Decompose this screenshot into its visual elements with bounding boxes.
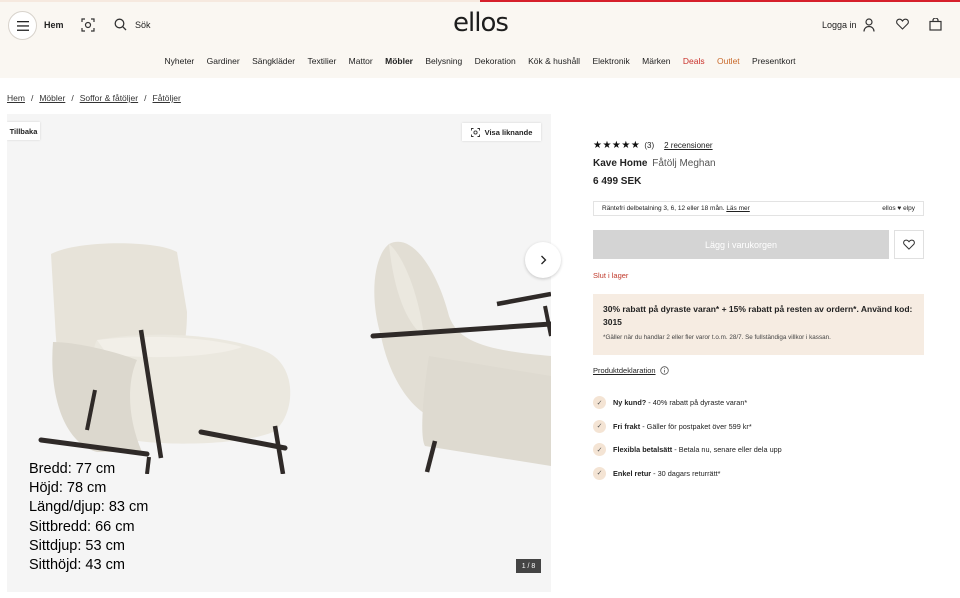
- usp-text: - 30 dagars returrätt*: [651, 468, 721, 478]
- nav-item-textilier[interactable]: Textilier: [301, 56, 342, 66]
- promo-terms: *Gäller när du handlar 2 eller fler varo…: [603, 334, 831, 341]
- usp-easy-return: Enkel retur - 30 dagars returrätt*: [613, 469, 720, 478]
- usp-list: ✓ Ny kund? - 40% rabatt på dyraste varan…: [593, 391, 924, 485]
- usp-text: - Betala nu, senare eller dela upp: [672, 445, 782, 455]
- shopping-bag-icon[interactable]: [929, 18, 942, 31]
- show-similar-button[interactable]: Visa liknande: [462, 123, 541, 141]
- breadcrumb-separator: /: [144, 93, 147, 103]
- nav-item-elektronik[interactable]: Elektronik: [586, 56, 636, 66]
- dimension-seat-width: Sittbredd: 66 cm: [29, 518, 135, 535]
- usp-free-shipping: Fri frakt - Gäller för postpaket över 59…: [613, 422, 752, 431]
- image-search-icon[interactable]: [81, 18, 95, 32]
- installment-text: Räntefri delbetalning 3, 6, 12 eller 18 …: [602, 205, 725, 212]
- next-image-button[interactable]: [525, 242, 561, 278]
- stock-status: Slut i lager: [593, 271, 629, 280]
- usp-flexible-payment: Flexibla betalsätt - Betala nu, senare e…: [613, 445, 782, 454]
- show-similar-label: Visa liknande: [484, 127, 533, 137]
- breadcrumb-item[interactable]: Fåtöljer: [153, 93, 181, 103]
- nav-item-belysning[interactable]: Belysning: [419, 56, 468, 66]
- product-declaration-link[interactable]: Produktdeklaration: [593, 366, 656, 375]
- promo-banner: 30% rabatt på dyraste varan* + 15% rabat…: [593, 294, 924, 355]
- hamburger-icon: [16, 20, 29, 31]
- installment-banner: Räntefri delbetalning 3, 6, 12 eller 18 …: [593, 201, 924, 216]
- image-counter: 1 / 8: [516, 559, 541, 573]
- usp-item: ✓ Enkel retur - 30 dagars returrätt*: [593, 462, 924, 486]
- ellos-elpy-logo: ellos ♥ elpy: [882, 205, 915, 212]
- visual-search-icon: [470, 127, 480, 137]
- search-label: Sök: [135, 19, 151, 30]
- nav-item-presentkort[interactable]: Presentkort: [746, 56, 802, 66]
- wishlist-button[interactable]: [894, 230, 924, 259]
- rating-stars-icon: ★★★★★: [593, 140, 641, 151]
- purchase-actions: Lägg i varukorgen: [593, 230, 924, 259]
- product-title: Kave Home Fåtölj Meghan: [593, 158, 924, 169]
- heart-icon[interactable]: [896, 18, 909, 30]
- dimension-depth: Längd/djup: 83 cm: [29, 499, 149, 516]
- home-link[interactable]: Hem: [44, 20, 64, 30]
- usp-text: - Gäller för postpaket över 599 kr*: [640, 421, 752, 431]
- product-declaration[interactable]: Produktdeklaration: [593, 366, 924, 375]
- nav-item-nyheter[interactable]: Nyheter: [158, 56, 200, 66]
- search-icon: [114, 18, 127, 31]
- breadcrumb-item[interactable]: Soffor & fåtöljer: [80, 93, 138, 103]
- usp-item: ✓ Ny kund? - 40% rabatt på dyraste varan…: [593, 391, 924, 415]
- product-rating[interactable]: ★★★★★ (3) 2 recensioner: [593, 140, 924, 151]
- breadcrumb-separator: /: [30, 93, 34, 103]
- usp-new-customer: Ny kund? - 40% rabatt på dyraste varan*: [613, 398, 747, 407]
- nav-item-gardiner[interactable]: Gardiner: [200, 56, 245, 66]
- login-link[interactable]: Logga in: [822, 20, 857, 30]
- usp-text: - 40% rabatt på dyraste varan*: [646, 398, 748, 408]
- product-price: 6 499 SEK: [593, 176, 642, 187]
- site-header: Hem Sök ellos Logga in: [0, 2, 960, 78]
- usp-title: Flexibla betalsätt: [613, 445, 673, 455]
- armchair-side-image: [370, 241, 551, 473]
- read-more-link[interactable]: Läs mer: [726, 205, 749, 212]
- main-navigation: Nyheter Gardiner Sängkläder Textilier Ma…: [0, 56, 960, 66]
- armchair-front-image: [38, 243, 291, 474]
- chevron-right-icon: [540, 255, 546, 265]
- breadcrumb-item[interactable]: Hem: [7, 93, 25, 103]
- check-icon: ✓: [593, 419, 606, 433]
- usp-item: ✓ Flexibla betalsätt - Betala nu, senare…: [593, 438, 924, 462]
- nav-item-kok-hushall[interactable]: Kök & hushåll: [522, 56, 586, 66]
- nav-item-dekoration[interactable]: Dekoration: [468, 56, 521, 66]
- dimension-width: Bredd: 77 cm: [29, 461, 116, 477]
- back-button[interactable]: Tillbaka: [7, 122, 40, 140]
- dimension-height: Höjd: 78 cm: [29, 480, 107, 497]
- dimension-seat-depth: Sittdjup: 53 cm: [29, 537, 125, 554]
- menu-button[interactable]: [8, 11, 37, 40]
- nav-item-sanglader[interactable]: Sängkläder: [246, 56, 301, 66]
- search-trigger[interactable]: Sök: [114, 18, 151, 31]
- nav-item-mobler[interactable]: Möbler: [379, 56, 419, 66]
- dimension-seat-height: Sitthöjd: 43 cm: [29, 557, 125, 574]
- usp-title: Enkel retur: [613, 468, 652, 478]
- nav-item-marken[interactable]: Märken: [636, 56, 677, 66]
- product-info-panel: ★★★★★ (3) 2 recensioner Kave Home Fåtölj…: [593, 140, 924, 485]
- check-icon: ✓: [593, 443, 606, 457]
- product-name: Fåtölj Meghan: [652, 158, 716, 169]
- reviews-link[interactable]: 2 recensioner: [664, 141, 712, 150]
- breadcrumb: Hem / Möbler / Soffor & fåtöljer / Fåtöl…: [7, 93, 181, 103]
- info-icon: [659, 366, 669, 375]
- breadcrumb-item[interactable]: Möbler: [39, 93, 65, 103]
- user-icon[interactable]: [863, 18, 875, 32]
- usp-item: ✓ Fri frakt - Gäller för postpaket över …: [593, 415, 924, 439]
- usp-title: Fri frakt: [613, 421, 641, 431]
- product-image-gallery[interactable]: Tillbaka Visa liknande Bredd: 77 cm Höjd…: [7, 114, 551, 592]
- installment-info: Räntefri delbetalning 3, 6, 12 eller 18 …: [602, 205, 750, 212]
- check-icon: ✓: [593, 396, 606, 410]
- nav-item-deals[interactable]: Deals: [677, 56, 711, 66]
- product-brand[interactable]: Kave Home: [593, 158, 647, 169]
- add-to-cart-button[interactable]: Lägg i varukorgen: [593, 230, 889, 259]
- breadcrumb-separator: /: [71, 93, 74, 103]
- rating-count: (3): [644, 141, 655, 150]
- dimensions-overlay: Bredd: 77 cm Höjd: 78 cm Längd/djup: 83 …: [29, 460, 148, 575]
- ellos-logo[interactable]: ellos: [453, 8, 509, 38]
- check-icon: ✓: [593, 466, 606, 480]
- nav-item-mattor[interactable]: Mattor: [342, 56, 378, 66]
- promo-headline: 30% rabatt på dyraste varan* + 15% rabat…: [603, 304, 913, 327]
- nav-item-outlet[interactable]: Outlet: [711, 56, 746, 66]
- heart-icon: [903, 239, 915, 250]
- usp-title: Ny kund?: [613, 398, 647, 408]
